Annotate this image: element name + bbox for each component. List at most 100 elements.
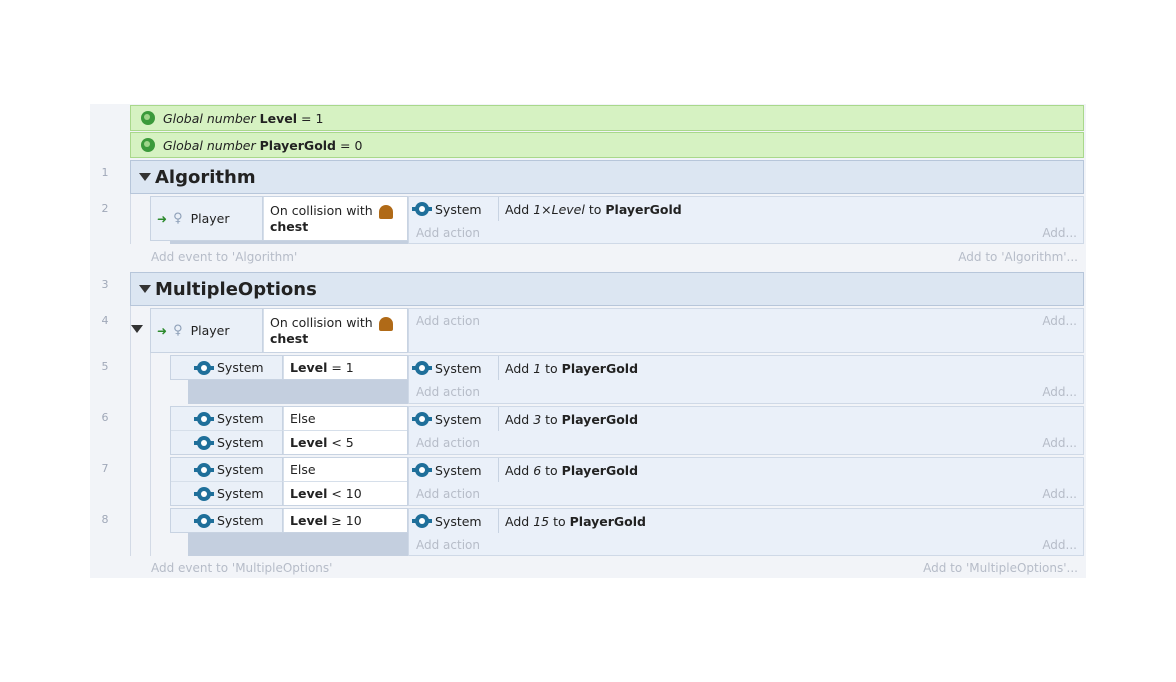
condition-text[interactable]: Level < 5 <box>283 431 407 454</box>
add-more-link[interactable]: Add... <box>1042 226 1077 240</box>
add-action-row[interactable]: Add action Add... <box>409 482 1083 506</box>
condition-object: System <box>171 356 283 379</box>
condition-text[interactable]: Level = 1 <box>283 356 407 379</box>
event-6-actions[interactable]: System Add 3 to PlayerGold Add action Ad… <box>408 406 1084 455</box>
variable-name: Level <box>259 110 297 126</box>
add-event-link[interactable]: Add event to 'MultipleOptions' <box>151 561 332 575</box>
action-text[interactable]: Add 3 to PlayerGold <box>505 407 638 431</box>
action-object: System <box>412 356 482 380</box>
action-row[interactable]: System Add 6 to PlayerGold <box>409 458 1083 482</box>
event-7-conditions[interactable]: System Else System Level < 10 <box>170 457 408 506</box>
add-more-link[interactable]: Add... <box>1042 487 1077 501</box>
add-action-row[interactable]: Add action Add... <box>409 380 1083 404</box>
object-name: System <box>435 411 482 427</box>
condition-text[interactable]: Else <box>283 458 407 482</box>
condition-variable: Level <box>290 513 328 528</box>
action-row[interactable]: System Add 15 to PlayerGold <box>409 509 1083 533</box>
event-4-actions[interactable]: Add action Add... <box>408 308 1084 353</box>
action-verb: Add <box>505 360 530 376</box>
action-verb: Add <box>505 462 530 478</box>
subevent-bar <box>188 380 408 404</box>
add-action-row[interactable]: Add action Add... <box>409 221 1083 245</box>
add-to-group-link[interactable]: Add to 'MultipleOptions'... <box>923 561 1078 575</box>
action-amount: 1 <box>533 360 542 376</box>
condition-object: System <box>171 458 283 482</box>
add-action-link[interactable]: Add action <box>416 226 480 240</box>
action-amount: 1×Level <box>533 201 585 217</box>
action-text[interactable]: Add 15 to PlayerGold <box>505 509 646 533</box>
object-name: Player <box>190 323 230 338</box>
gear-icon <box>412 361 432 375</box>
object-name: System <box>435 513 482 529</box>
object-name: Player <box>190 211 230 226</box>
condition-text[interactable]: Else <box>283 407 407 431</box>
condition-compare: < 5 <box>331 435 354 450</box>
add-action-link[interactable]: Add action <box>416 385 480 399</box>
action-row[interactable]: System Add 1×Level to PlayerGold <box>409 197 1083 221</box>
event-2-actions[interactable]: System Add 1×Level to PlayerGold Add act… <box>408 196 1084 244</box>
event-7-actions[interactable]: System Add 6 to PlayerGold Add action Ad… <box>408 457 1084 506</box>
add-more-link[interactable]: Add... <box>1042 436 1077 450</box>
action-row[interactable]: System Add 3 to PlayerGold <box>409 407 1083 431</box>
condition-compare: < 10 <box>331 486 362 501</box>
condition-text[interactable]: Level ≥ 10 <box>283 509 407 532</box>
collapse-triangle-icon[interactable] <box>139 285 151 293</box>
condition-text[interactable]: Level < 10 <box>283 482 407 505</box>
global-variable-level[interactable]: Global number Level = 1 <box>130 105 1084 131</box>
event-8-conditions[interactable]: System Level ≥ 10 <box>170 508 408 533</box>
gear-icon <box>194 360 214 375</box>
add-more-link[interactable]: Add... <box>1042 314 1077 328</box>
condition-object: System <box>171 509 283 532</box>
row-number: 8 <box>101 513 109 526</box>
collapse-triangle-icon[interactable] <box>139 173 151 181</box>
variable-kind: Global number <box>163 110 256 126</box>
condition-label: On collision with <box>270 315 373 330</box>
add-more-link[interactable]: Add... <box>1042 538 1077 552</box>
player-icon: ♀ <box>173 211 183 226</box>
variable-value: 0 <box>354 137 363 153</box>
group-header-multipleoptions[interactable]: MultipleOptions <box>130 272 1084 306</box>
gear-icon <box>412 514 432 528</box>
event-8-actions[interactable]: System Add 15 to PlayerGold Add action A… <box>408 508 1084 556</box>
condition-variable: Level <box>290 360 328 375</box>
group-header-algorithm[interactable]: Algorithm <box>130 160 1084 194</box>
condition-text[interactable]: On collision with chest <box>263 197 407 240</box>
action-target: PlayerGold <box>605 201 682 217</box>
gear-icon <box>194 411 214 426</box>
action-text[interactable]: Add 6 to PlayerGold <box>505 458 638 482</box>
event-2-conditions[interactable]: ➜ ♀ Player On collision with chest <box>150 196 408 241</box>
add-action-link[interactable]: Add action <box>416 487 480 501</box>
group-title: MultipleOptions <box>155 278 317 300</box>
action-verb: Add <box>505 411 530 427</box>
action-row[interactable]: System Add 1 to PlayerGold <box>409 356 1083 380</box>
row-number: 1 <box>101 166 109 179</box>
player-icon: ♀ <box>173 323 183 338</box>
add-event-link[interactable]: Add event to 'Algorithm' <box>151 250 297 264</box>
add-action-row[interactable]: Add action Add... <box>409 431 1083 455</box>
condition-object: System <box>171 482 283 505</box>
action-verb: Add <box>505 513 530 529</box>
object-name: System <box>217 486 264 501</box>
add-action-row[interactable]: Add action Add... <box>409 309 1083 333</box>
add-action-link[interactable]: Add action <box>416 436 480 450</box>
indent-line <box>130 306 131 556</box>
add-action-link[interactable]: Add action <box>416 538 480 552</box>
add-action-link[interactable]: Add action <box>416 314 480 328</box>
gear-icon <box>412 463 432 477</box>
action-text[interactable]: Add 1 to PlayerGold <box>505 356 638 380</box>
event-4-conditions[interactable]: ➜ ♀ Player On collision with chest <box>150 308 408 353</box>
object-name: System <box>217 435 264 450</box>
event-6-conditions[interactable]: System Else System Level < 5 <box>170 406 408 455</box>
event-5-actions[interactable]: System Add 1 to PlayerGold Add action Ad… <box>408 355 1084 404</box>
add-to-group-link[interactable]: Add to 'Algorithm'... <box>958 250 1078 264</box>
expand-triangle-icon[interactable] <box>131 325 143 333</box>
global-variable-playergold[interactable]: Global number PlayerGold = 0 <box>130 132 1084 158</box>
condition-text[interactable]: On collision with chest <box>263 309 407 352</box>
trigger-arrow-icon: ➜ <box>157 323 168 338</box>
event-5-conditions[interactable]: System Level = 1 <box>170 355 408 380</box>
subevent-bar <box>170 241 408 244</box>
action-text[interactable]: Add 1×Level to PlayerGold <box>505 197 682 221</box>
add-more-link[interactable]: Add... <box>1042 385 1077 399</box>
row-number: 6 <box>101 411 109 424</box>
add-action-row[interactable]: Add action Add... <box>409 533 1083 557</box>
